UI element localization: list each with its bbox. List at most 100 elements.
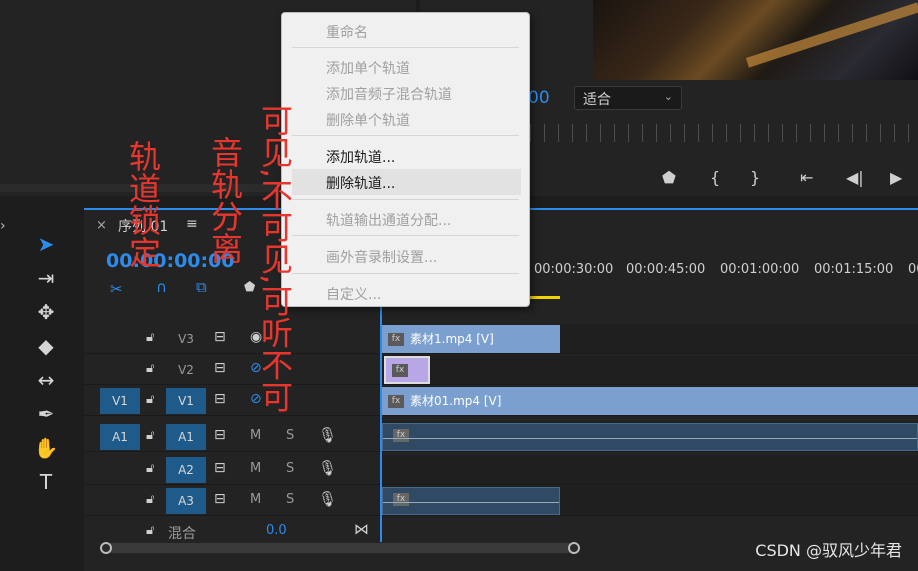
- track-target[interactable]: V1: [166, 388, 206, 414]
- track-lane[interactable]: fx: [382, 355, 918, 384]
- track-lane[interactable]: fx: [382, 486, 918, 515]
- annotation-visibility: 可见,不可见,可听不可: [256, 104, 294, 413]
- track-a2: 🔓︎ A2 ⊟ M S 🎙︎: [84, 455, 918, 485]
- context-menu: 重命名 添加单个轨道 添加音频子混合轨道 删除单个轨道 添加轨道... 删除轨道…: [281, 12, 530, 307]
- nest-toggle-icon[interactable]: ✂: [110, 280, 123, 298]
- track-lane[interactable]: [382, 455, 918, 484]
- fit-select-value: 适合: [583, 92, 611, 108]
- video-clip[interactable]: fx 素材01.mp4 [V]: [382, 387, 918, 415]
- mic-icon[interactable]: 🎙︎: [318, 459, 337, 477]
- solo-button[interactable]: S: [286, 492, 294, 507]
- slip-tool-icon[interactable]: ↔: [32, 366, 60, 394]
- program-timecode[interactable]: 00: [528, 88, 550, 108]
- ripple-edit-tool-icon[interactable]: ✥: [32, 298, 60, 326]
- track-lane[interactable]: fx: [382, 422, 918, 451]
- hand-tool-icon[interactable]: ✋: [32, 434, 60, 462]
- close-icon[interactable]: ×: [96, 218, 107, 233]
- video-clip[interactable]: fx: [384, 356, 430, 384]
- timeline-scrollbar[interactable]: [100, 542, 580, 554]
- add-marker-icon[interactable]: ⬟: [662, 168, 676, 187]
- menu-divider: [292, 47, 519, 48]
- menu-item-delete-single-track[interactable]: 删除单个轨道: [326, 110, 410, 130]
- mute-button[interactable]: M: [250, 492, 261, 507]
- track-target[interactable]: A3: [166, 488, 206, 514]
- solo-button[interactable]: S: [286, 461, 294, 476]
- mark-in-icon[interactable]: {: [710, 168, 720, 187]
- fx-badge: fx: [388, 395, 404, 408]
- mix-volume[interactable]: 0.0: [266, 523, 287, 538]
- menu-item-rename[interactable]: 重命名: [326, 22, 368, 42]
- source-patch[interactable]: V1: [100, 388, 140, 414]
- track-target[interactable]: V3: [166, 326, 206, 352]
- track-target[interactable]: V2: [166, 357, 206, 383]
- fit-select[interactable]: 适合 ⌄: [574, 86, 682, 110]
- fx-badge: fx: [393, 493, 409, 506]
- video-clip[interactable]: fx 素材1.mp4 [V]: [382, 325, 560, 353]
- mute-button[interactable]: M: [250, 428, 261, 443]
- sync-lock-icon[interactable]: ⊟: [214, 360, 226, 376]
- sync-lock-icon[interactable]: ⊟: [214, 427, 226, 443]
- step-back-icon[interactable]: ◀|: [846, 168, 864, 187]
- type-tool-icon[interactable]: T: [32, 468, 60, 496]
- go-to-end-icon[interactable]: ⋈: [354, 520, 369, 538]
- razor-tool-icon[interactable]: ◆: [32, 332, 60, 360]
- lock-icon[interactable]: 🔓︎: [146, 492, 154, 507]
- lock-icon[interactable]: 🔓︎: [146, 361, 154, 376]
- pen-tool-icon[interactable]: ✒: [32, 400, 60, 428]
- sync-lock-icon[interactable]: ⊟: [214, 460, 226, 476]
- clip-label: 素材1.mp4 [V]: [410, 332, 494, 346]
- clip-label: 素材01.mp4 [V]: [410, 394, 502, 408]
- track-target[interactable]: A1: [166, 424, 206, 450]
- track-v2: 🔓︎ V2 ⊟ ⊘ fx: [84, 355, 918, 385]
- panel-menu-icon[interactable]: ≡: [186, 216, 198, 232]
- mute-button[interactable]: M: [250, 461, 261, 476]
- sync-lock-icon[interactable]: ⊟: [214, 329, 226, 345]
- sync-lock-icon[interactable]: ⊟: [214, 391, 226, 407]
- lock-icon[interactable]: 🔓︎: [146, 428, 154, 443]
- add-marker-icon[interactable]: ⬟: [244, 280, 255, 295]
- play-icon[interactable]: ▶: [890, 168, 902, 187]
- menu-item-customize[interactable]: 自定义...: [326, 284, 381, 304]
- menu-item-track-output[interactable]: 轨道输出通道分配...: [326, 210, 451, 230]
- lock-icon[interactable]: 🔓︎: [146, 330, 154, 345]
- sync-lock-icon[interactable]: ⊟: [214, 491, 226, 507]
- lock-icon[interactable]: 🔓︎: [146, 392, 154, 407]
- ruler-label: 00:01:15:00: [814, 262, 894, 277]
- track-header: 🔓︎ V3 ⊟ ◉: [84, 324, 381, 353]
- audio-clip[interactable]: fx: [382, 487, 560, 515]
- track-select-tool-icon[interactable]: ⇥: [32, 264, 60, 292]
- fx-badge: fx: [388, 333, 404, 346]
- transport-controls: ⬟ { } ⇤ ◀| ▶: [650, 162, 918, 194]
- menu-item-add-tracks[interactable]: 添加轨道...: [326, 147, 395, 167]
- mic-icon[interactable]: 🎙︎: [318, 426, 337, 444]
- timeline-divider: [380, 296, 382, 542]
- track-header: V1 🔓︎ V1 ⊟ ⊘: [84, 386, 381, 415]
- mark-out-icon[interactable]: }: [750, 168, 760, 187]
- track-lane[interactable]: fx 素材1.mp4 [V]: [382, 324, 918, 353]
- track-header: 🔓︎ V2 ⊟ ⊘: [84, 355, 381, 384]
- linked-selection-icon[interactable]: ⧉: [196, 278, 207, 296]
- program-ruler[interactable]: [530, 124, 918, 142]
- track-v1: V1 🔓︎ V1 ⊟ ⊘ fx 素材01.mp4 [V]: [84, 386, 918, 416]
- menu-item-voiceover-settings[interactable]: 画外音录制设置...: [326, 247, 437, 267]
- chevron-right-icon[interactable]: ›: [0, 218, 6, 234]
- menu-item-add-submix-track[interactable]: 添加音频子混合轨道: [326, 84, 452, 104]
- source-patch[interactable]: A1: [100, 424, 140, 450]
- audio-clip[interactable]: fx: [382, 423, 918, 451]
- mic-icon[interactable]: 🎙︎: [318, 490, 337, 508]
- go-to-in-icon[interactable]: ⇤: [800, 168, 813, 187]
- track-lane[interactable]: fx 素材01.mp4 [V]: [382, 386, 918, 415]
- tools-panel: ➤ ⇥ ✥ ◆ ↔ ✒ ✋ T: [22, 222, 72, 570]
- lock-icon[interactable]: 🔓︎: [146, 461, 154, 476]
- track-header: 🔓︎ A2 ⊟ M S 🎙︎: [84, 455, 381, 484]
- snap-icon[interactable]: ∩: [156, 278, 167, 296]
- selection-tool-icon[interactable]: ➤: [32, 230, 60, 258]
- menu-item-add-single-track[interactable]: 添加单个轨道: [326, 58, 410, 78]
- ruler-label: 00:01:00:00: [720, 262, 800, 277]
- solo-button[interactable]: S: [286, 428, 294, 443]
- scroll-handle-left[interactable]: [100, 542, 112, 554]
- track-target[interactable]: A2: [166, 457, 206, 483]
- scroll-handle-right[interactable]: [568, 542, 580, 554]
- menu-item-delete-tracks[interactable]: 删除轨道...: [326, 173, 395, 193]
- lock-icon[interactable]: 🔓︎: [146, 523, 154, 538]
